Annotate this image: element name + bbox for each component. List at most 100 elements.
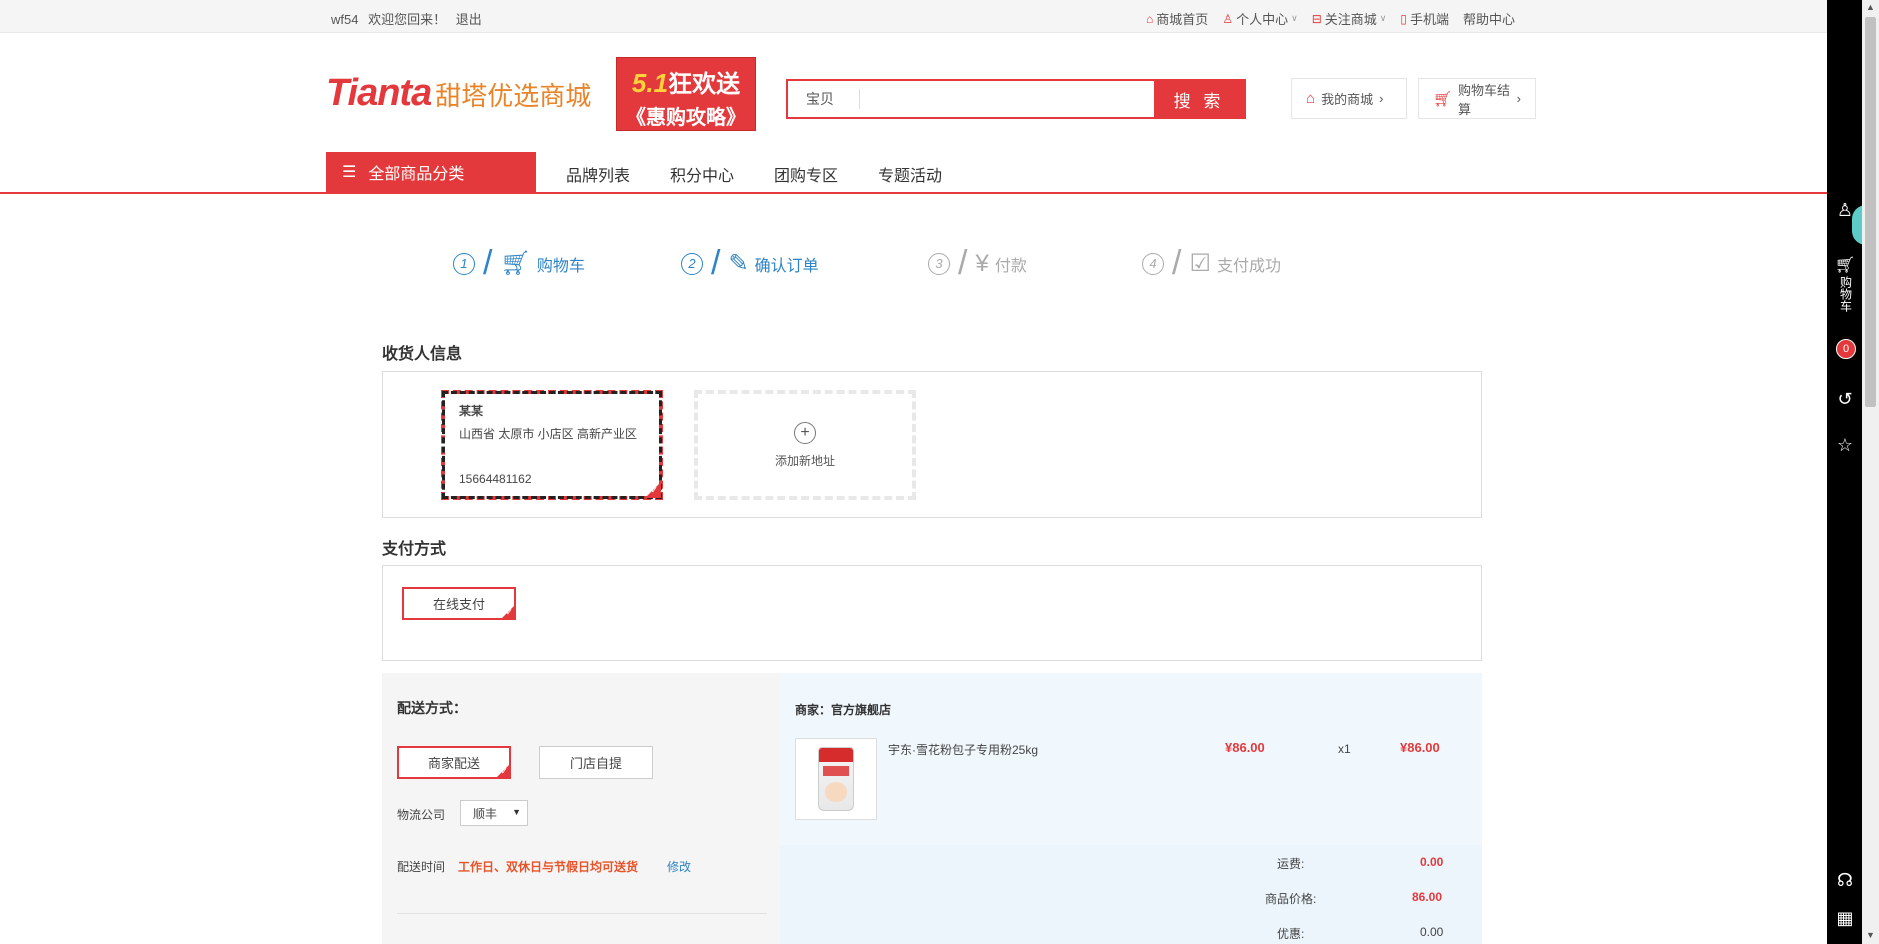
payment-box: 在线支付 ✓ [382, 565, 1482, 661]
scroll-up-icon[interactable]: ▲ [1866, 2, 1875, 12]
scrollbar-thumb[interactable] [1865, 17, 1876, 407]
shipping-fee-value: 0.00 [1420, 855, 1444, 869]
top-link-home[interactable]: ⌂ 商城首页 [1146, 9, 1208, 28]
store-icon: ⌂ [1306, 90, 1316, 107]
search-category[interactable]: 宝贝 [788, 89, 860, 109]
product-quantity: x1 [1338, 742, 1351, 756]
top-link-label: 帮助中心 [1462, 12, 1515, 27]
logistics-select[interactable]: 顺丰 ▼ [460, 800, 528, 826]
nav-link-brands[interactable]: 品牌列表 [566, 162, 630, 186]
cart-icon: 🛒︎ [1433, 90, 1453, 108]
step-label: 支付成功 [1216, 257, 1281, 275]
top-links: ⌂ 商城首页 ♙ 个人中心 ∨ ⊟ 关注商城 ∨ ▯ 手机端 帮助中心 [1146, 9, 1515, 28]
top-link-label: 个人中心 [1236, 12, 1289, 27]
modify-delivery-time-link[interactable]: 修改 [667, 858, 691, 875]
product-image[interactable] [795, 738, 877, 820]
plus-circle-icon: + [794, 421, 816, 444]
logout-link[interactable]: 退出 [456, 12, 482, 27]
support-icon[interactable]: ☊ [1827, 870, 1863, 891]
receiver-title: 收货人信息 [382, 346, 463, 363]
promo-number: 5.1 [631, 68, 669, 98]
merchant-name: 商家：官方旗舰店 [795, 703, 892, 717]
logistics-value: 顺丰 [473, 806, 498, 821]
top-link-mobile[interactable]: ▯ 手机端 [1400, 9, 1449, 28]
address-card-selected[interactable]: 某某 山西省 太原市 小店区 高新产业区 15664481162 ✓ [441, 390, 663, 500]
online-payment-option[interactable]: 在线支付 ✓ [402, 587, 516, 620]
home-icon: ⌂ [1146, 11, 1154, 26]
history-icon[interactable]: ↺ [1827, 389, 1863, 410]
payment-option-label: 在线支付 [432, 597, 485, 612]
search-bar: 宝贝 搜 索 [786, 79, 1246, 119]
step-number: 3 [928, 252, 950, 275]
delivery-title: 配送方式： [397, 700, 467, 716]
chevron-down-icon: ∨ [1379, 13, 1387, 23]
product-name[interactable]: 宇东·雪花粉包子专用粉25kg [888, 741, 1088, 758]
promo-line2: 《惠购攻略》 [626, 107, 746, 129]
step-label: 购物车 [536, 257, 585, 275]
receiver-phone: 15664481162 [459, 472, 532, 486]
site-logo[interactable]: Tianta 甜塔优选商城 [326, 72, 591, 115]
nav-link-topics[interactable]: 专题活动 [878, 162, 942, 186]
product-unit-price: ¥86.00 [1225, 740, 1265, 755]
all-categories-label: 全部商品分类 [368, 166, 465, 183]
star-icon[interactable]: ☆ [1827, 435, 1863, 456]
receiver-name: 某某 [459, 404, 484, 418]
all-categories-button[interactable]: ☰ 全部商品分类 [326, 152, 536, 192]
top-link-personal-center[interactable]: ♙ 个人中心 ∨ [1222, 9, 1297, 28]
delivery-order-section: 配送方式： 商家配送 ✓ 门店自提 物流公司 顺丰 ▼ 配送时间 工作日、双休日… [382, 673, 1482, 944]
delivery-time-label: 配送时间 [397, 860, 446, 874]
top-link-label: 关注商城 [1324, 12, 1377, 27]
step-divider: / [1172, 244, 1182, 282]
delivery-option-label: 门店自提 [569, 756, 622, 771]
cart-icon: 🛒︎ [500, 250, 531, 277]
cart-count-badge: 0 [1836, 339, 1856, 359]
qrcode-icon[interactable]: ▦ [1827, 908, 1863, 929]
cart-checkout-button[interactable]: 🛒︎ 购物车结算 › [1418, 78, 1536, 119]
divider [397, 913, 767, 914]
phone-icon: ▯ [1400, 11, 1407, 26]
merchant-delivery-option[interactable]: 商家配送 ✓ [397, 746, 511, 779]
chevron-right-icon: › [1379, 91, 1384, 106]
step-label: 确认订单 [754, 257, 819, 275]
main-nav: ☰ 全部商品分类 品牌列表 积分中心 团购专区 专题活动 [0, 152, 1827, 194]
top-link-label: 手机端 [1409, 12, 1449, 27]
step-number: 1 [453, 252, 475, 275]
nav-link-points[interactable]: 积分中心 [670, 162, 734, 186]
step-divider: / [483, 244, 493, 282]
check-icon: ✓ [505, 607, 513, 617]
nav-links: 品牌列表 积分中心 团购专区 专题活动 [566, 162, 942, 186]
step-divider: / [958, 244, 968, 282]
cart-checkout-label: 购物车结算 [1458, 82, 1511, 117]
delivery-panel: 配送方式： 商家配送 ✓ 门店自提 物流公司 顺丰 ▼ 配送时间 工作日、双休日… [382, 673, 778, 944]
payment-title: 支付方式 [382, 541, 447, 558]
scroll-down-icon[interactable]: ▼ [1866, 930, 1875, 940]
top-link-label: 商城首页 [1156, 12, 1209, 27]
promo-banner[interactable]: 5.1狂欢送 《惠购攻略》 [616, 57, 756, 131]
step-divider: / [711, 244, 721, 282]
step-confirm-order: 2 / ✎ 确认订单 [681, 244, 819, 283]
step-cart: 1 / 🛒︎ 购物车 [453, 244, 585, 283]
step-number: 2 [681, 252, 703, 275]
check-box-icon: ☑ [1189, 250, 1211, 277]
goods-price-label: 商品价格: [1265, 892, 1317, 906]
top-bar: wf54 欢迎您回来！ 退出 ⌂ 商城首页 ♙ 个人中心 ∨ ⊟ 关注商城 ∨ … [0, 0, 1827, 33]
goods-price-value: 86.00 [1412, 890, 1443, 904]
search-button[interactable]: 搜 索 [1154, 81, 1244, 117]
step-payment: 3 / ¥ 付款 [928, 244, 1027, 283]
search-input[interactable] [860, 81, 1154, 117]
nav-link-group-buy[interactable]: 团购专区 [774, 162, 838, 186]
cart-icon: 🛒︎ [1834, 257, 1856, 274]
top-link-help[interactable]: 帮助中心 [1463, 9, 1515, 28]
logo-chinese: 甜塔优选商城 [435, 81, 592, 111]
follow-icon: ⊟ [1311, 11, 1322, 26]
store-pickup-option[interactable]: 门店自提 [539, 746, 653, 779]
my-store-button[interactable]: ⌂ 我的商城 › [1291, 78, 1407, 119]
step-number: 4 [1142, 252, 1164, 275]
step-pay-success: 4 / ☑ 支付成功 [1142, 244, 1281, 283]
add-address-button[interactable]: + 添加新地址 [694, 390, 916, 500]
scrollbar[interactable]: ▲ ▼ [1862, 0, 1879, 944]
sidebar-cart[interactable]: 🛒︎ 购物车 [1827, 257, 1863, 313]
top-link-follow[interactable]: ⊟ 关注商城 ∨ [1312, 9, 1387, 28]
username: wf54 [331, 12, 359, 27]
flour-bag-image [818, 747, 854, 811]
